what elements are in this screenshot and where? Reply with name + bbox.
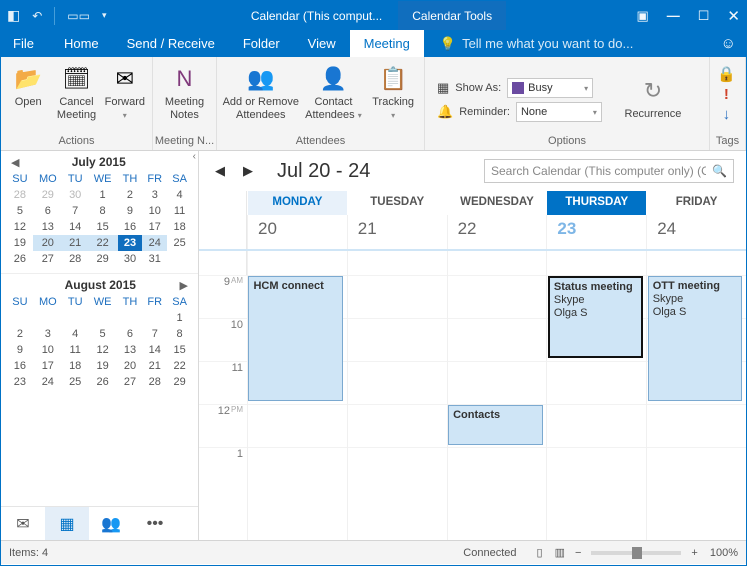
show-as-label: Show As: — [455, 82, 501, 94]
tab-meeting[interactable]: Meeting — [350, 30, 424, 57]
event-hcm-connect[interactable]: HCM connect — [248, 276, 343, 401]
close-button[interactable]: ✕ — [727, 7, 740, 25]
reminder-select[interactable]: None▾ — [516, 102, 602, 122]
show-as-icon: ▦ — [437, 80, 449, 96]
reminder-icon: 🔔 — [437, 104, 453, 120]
private-icon[interactable]: 🔒 — [717, 65, 736, 83]
nav-more-icon[interactable]: ••• — [133, 507, 177, 540]
zoom-out-icon[interactable]: − — [571, 547, 585, 559]
daynum-fri[interactable]: 24 — [646, 215, 746, 249]
group-attendees-label: Attendees — [217, 133, 424, 150]
search-icon[interactable]: 🔍 — [706, 164, 727, 178]
group-options-label: Options — [425, 133, 709, 150]
event-ott-meeting[interactable]: OTT meeting Skype Olga S — [648, 276, 743, 401]
tab-view[interactable]: View — [294, 30, 350, 57]
tracking-button[interactable]: 📋Tracking▾ — [366, 61, 420, 121]
add-remove-attendees-button[interactable]: 👥Add or Remove Attendees — [221, 61, 301, 121]
nav-calendar-icon[interactable]: ▦ — [45, 507, 89, 540]
ribbon-options-icon[interactable]: ▣ — [636, 8, 648, 24]
qat-outlook-icon[interactable]: ◧ — [7, 7, 20, 24]
date-range-title: Jul 20 - 24 — [277, 160, 474, 183]
event-contacts[interactable]: Contacts — [448, 405, 543, 445]
title-bar: ◧ ↶ ▭▭ ▾ Calendar (This comput... Calend… — [1, 1, 746, 30]
prev-range-icon[interactable]: ◀ — [211, 163, 229, 179]
ribbon: 📂Open 🗓Cancel Meeting ✉Forward▾ Actions … — [1, 57, 746, 151]
dayhdr-thu[interactable]: THURSDAY — [546, 191, 646, 215]
reminder-label: Reminder: — [459, 106, 510, 118]
time-ruler: 9AM 10 11 12PM 1 — [199, 275, 247, 540]
window-title: Calendar (This comput... — [237, 1, 396, 30]
cancel-meeting-button[interactable]: 🗓Cancel Meeting — [53, 61, 99, 121]
calendar-grid[interactable]: HCM connect Status meeting Skype Olga S … — [247, 275, 746, 540]
lightbulb-icon: 💡 — [440, 36, 456, 52]
qat-customize-icon[interactable]: ▭▭ — [67, 9, 90, 23]
show-as-select[interactable]: Busy▾ — [507, 78, 593, 98]
month2-title[interactable]: August 2015 — [21, 278, 180, 292]
status-bar: Items: 4 Connected ▯ ▥ − + 100% — [1, 540, 746, 564]
group-meeting-notes-label: Meeting N... — [153, 133, 216, 150]
daynum-thu[interactable]: 23 — [546, 215, 646, 249]
nav-strip: ✉ ▦ 👥 ••• — [1, 506, 198, 540]
meeting-notes-button[interactable]: NMeeting Notes — [157, 61, 212, 121]
calendar-pane: ◀ ▶ Jul 20 - 24 Search Calendar (This co… — [199, 151, 746, 540]
minimize-button[interactable]: — — [667, 8, 680, 23]
status-items: Items: 4 — [9, 547, 48, 559]
low-importance-icon[interactable]: ↓ — [723, 106, 731, 123]
nav-mail-icon[interactable]: ✉ — [1, 507, 45, 540]
view-normal-icon[interactable]: ▯ — [531, 546, 549, 559]
tell-me-label: Tell me what you want to do... — [462, 36, 633, 51]
maximize-button[interactable]: ☐ — [698, 8, 710, 24]
daynum-tue[interactable]: 21 — [347, 215, 447, 249]
month1-grid[interactable]: SUMOTUWETHFRSA 2829301234 567891011 1213… — [7, 171, 192, 267]
event-status-meeting[interactable]: Status meeting Skype Olga S — [548, 276, 643, 358]
view-reading-icon[interactable]: ▥ — [549, 546, 571, 559]
zoom-slider[interactable] — [591, 551, 681, 555]
tab-home[interactable]: Home — [50, 30, 113, 57]
calendar-search-input[interactable]: Search Calendar (This computer only) (Ct… — [484, 159, 734, 183]
zoom-in-icon[interactable]: + — [687, 547, 701, 559]
feedback-smile-icon[interactable]: ☺ — [711, 30, 746, 57]
status-connected: Connected — [463, 547, 516, 559]
nav-people-icon[interactable]: 👥 — [89, 507, 133, 540]
search-placeholder: Search Calendar (This computer only) (Ct… — [491, 164, 706, 178]
forward-button[interactable]: ✉Forward▾ — [102, 61, 148, 121]
daynum-mon[interactable]: 20 — [247, 215, 347, 249]
collapse-pane-icon[interactable]: ‹ — [193, 151, 196, 162]
zoom-level[interactable]: 100% — [710, 547, 738, 559]
next-month-icon[interactable]: ▶ — [180, 279, 188, 292]
next-range-icon[interactable]: ▶ — [239, 163, 257, 179]
dayhdr-wed[interactable]: WEDNESDAY — [447, 191, 547, 215]
ribbon-tabs: File Home Send / Receive Folder View Mee… — [1, 30, 746, 57]
tab-folder[interactable]: Folder — [229, 30, 294, 57]
dayhdr-mon[interactable]: MONDAY — [247, 191, 347, 215]
recurrence-button[interactable]: ↻Recurrence — [618, 73, 688, 121]
dayhdr-tue[interactable]: TUESDAY — [347, 191, 447, 215]
open-button[interactable]: 📂Open — [5, 61, 51, 109]
group-tags-label: Tags — [710, 133, 745, 150]
tell-me-search[interactable]: 💡 Tell me what you want to do... — [424, 30, 711, 57]
qat-dropdown-icon[interactable]: ▾ — [102, 10, 107, 21]
month1-title[interactable]: July 2015 — [19, 155, 178, 169]
prev-month-icon[interactable]: ◀ — [11, 156, 19, 169]
qat-undo-icon[interactable]: ↶ — [32, 9, 42, 23]
high-importance-icon[interactable]: ! — [724, 86, 729, 103]
month2-grid[interactable]: SUMOTUWETHFRSA 1 2345678 9101112131415 1… — [7, 294, 192, 390]
daynum-wed[interactable]: 22 — [447, 215, 547, 249]
tab-file[interactable]: File — [1, 30, 50, 57]
dayhdr-fri[interactable]: FRIDAY — [646, 191, 746, 215]
group-actions-label: Actions — [1, 133, 152, 150]
contact-attendees-button[interactable]: 👤Contact Attendees ▾ — [303, 61, 365, 121]
context-tab-title: Calendar Tools — [398, 1, 506, 30]
tab-send-receive[interactable]: Send / Receive — [113, 30, 229, 57]
date-navigator: ‹ ◀ July 2015 SUMOTUWETHFRSA 2829301234 … — [1, 151, 199, 540]
